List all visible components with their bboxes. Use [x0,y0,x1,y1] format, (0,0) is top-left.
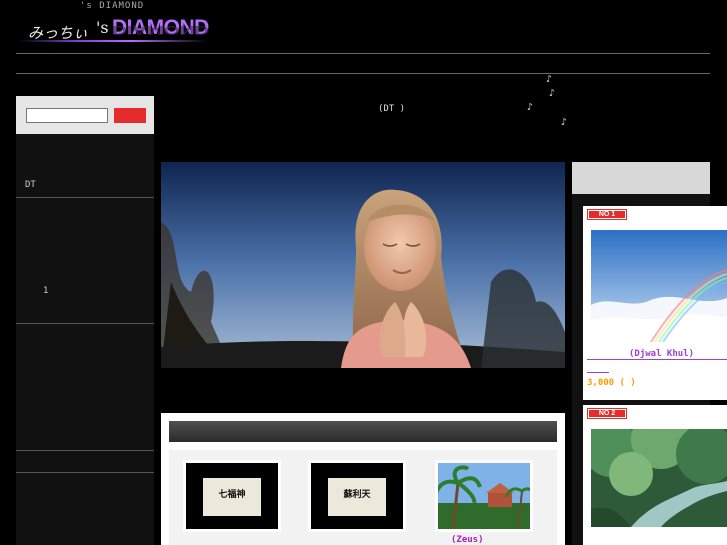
music-note-icon: ♪ [546,74,553,85]
praying-girl-photo [161,162,565,368]
search-input[interactable] [26,108,108,123]
music-note-icon: ♪ [527,102,534,113]
logo-possessive: 's [96,18,109,37]
sidebar-item-dt[interactable]: DT [16,180,154,190]
rank-badge: NO 1 [587,209,627,220]
ranking-item-1[interactable]: NO 1 (Djwal Khul) 3,000 ( ) [583,206,727,400]
search-box [16,96,154,134]
sidebar-divider [16,472,154,473]
search-button[interactable] [114,108,146,123]
product-thumb[interactable]: 蘇利天 [308,460,406,532]
title-underline [587,372,609,373]
product-thumbnails: 七福神 蘇利天 [169,450,557,545]
site-logo[interactable]: みっちぃ 's DIAMOND DIAMOND [18,12,218,52]
header-tagline: 's DIAMOND [80,1,145,11]
sidebar: DT 1 [16,134,154,545]
forest-river-photo [591,429,727,527]
rainbow-clouds-photo [591,230,727,342]
header-divider-top [16,53,710,54]
sidebar-divider [16,450,154,451]
title-underline [587,359,727,360]
sidebar-item-1[interactable]: 1 [16,286,154,296]
product-panel: 七福神 蘇利天 [161,413,565,545]
palm-tree-photo [434,463,536,530]
panel-header-bar [169,421,557,442]
ranking-image[interactable] [591,429,727,527]
ranking-title[interactable]: (Djwal Khul) [629,349,694,359]
rank-badge: NO 2 [587,408,627,419]
sidebar-divider [16,323,154,324]
music-note-icon: ♪ [549,88,556,99]
logo-reflection: DIAMOND [112,23,209,37]
hero-image [161,162,565,368]
product-card-surten: 蘇利天 [328,478,386,516]
product-label-zeus[interactable]: (Zeus) [451,535,484,545]
product-thumb[interactable]: 七福神 [183,460,281,532]
music-note-icon: ♪ [561,117,568,128]
product-thumb[interactable] [434,460,536,532]
sidebar-divider [16,197,154,198]
card-label: 蘇利天 [343,490,371,500]
ranking-item-2[interactable]: NO 2 [583,405,727,545]
ranking-image[interactable] [591,230,727,342]
header-divider-bottom [16,73,710,74]
card-label: 七福神 [218,490,246,500]
header-dt-text: (DT ) [378,104,406,114]
logo-japanese-text: みっちぃ [28,24,89,42]
product-card-shichifukujin: 七福神 [203,478,261,516]
ranking-header [572,162,710,194]
ranking-price: 3,000 ( ) [587,378,636,388]
